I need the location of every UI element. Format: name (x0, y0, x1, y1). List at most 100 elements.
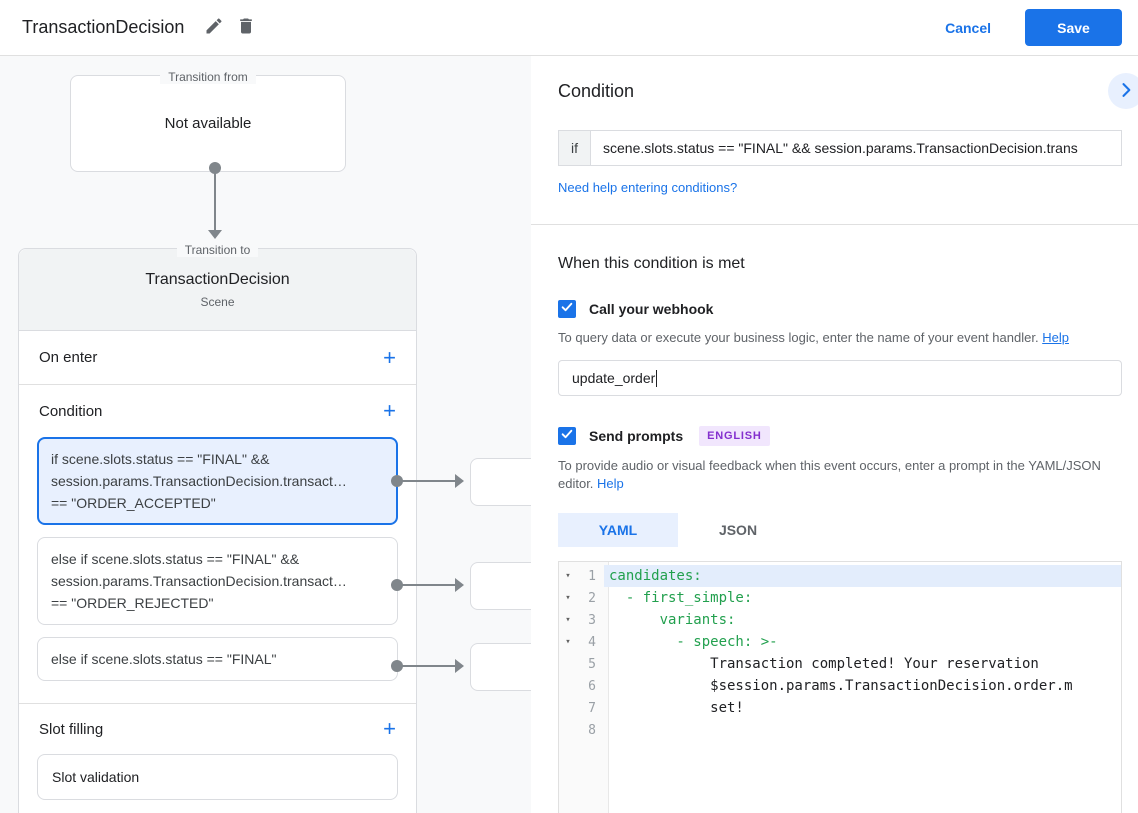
text-cursor (656, 369, 658, 387)
condition-section-label: Condition (39, 402, 103, 420)
section-divider (531, 224, 1138, 225)
webhook-help-link[interactable]: Help (1042, 330, 1069, 345)
scene-card-header: TransactionDecision Scene (19, 249, 416, 331)
trash-icon (236, 16, 256, 39)
cancel-button[interactable]: Cancel (945, 20, 991, 36)
condition-card-final[interactable]: else if scene.slots.status == "FINAL" (37, 637, 398, 681)
arrow-right-icon (455, 659, 464, 673)
connector-line (397, 665, 455, 667)
line-number: 7 (588, 700, 596, 716)
webhook-handler-input[interactable]: update_order (558, 360, 1122, 396)
condition-line: == "ORDER_REJECTED" (51, 595, 214, 611)
collapse-panel-button[interactable] (1108, 73, 1138, 109)
save-button[interactable]: Save (1025, 9, 1122, 46)
condition-line: session.params.TransactionDecision.trans… (51, 473, 347, 489)
add-slot-button[interactable]: + (383, 718, 396, 740)
arrow-down-icon (208, 230, 222, 239)
slot-validation-card[interactable]: Slot validation (37, 754, 398, 800)
prompts-description-text: To provide audio or visual feedback when… (558, 458, 1101, 491)
conditions-help-link[interactable]: Need help entering conditions? (558, 180, 737, 195)
if-prefix-label: if (558, 130, 591, 166)
chevron-right-icon (1116, 80, 1136, 103)
code-line: 5 Transaction completed! Your reservatio… (559, 653, 1121, 675)
edit-title-button[interactable] (198, 12, 230, 44)
prompts-description: To provide audio or visual feedback when… (558, 457, 1122, 493)
fold-toggle-icon[interactable]: ▾ (559, 593, 577, 603)
condition-section: Condition + if scene.slots.status == "FI… (19, 385, 416, 704)
line-number: 8 (588, 722, 596, 738)
code-line: 7 set! (559, 697, 1121, 719)
code-line: ▾ 4 - speech: >- (559, 631, 1121, 653)
checkmark-icon (560, 300, 574, 319)
code-line: ▾ 2 - first_simple: (559, 587, 1121, 609)
line-number: 5 (588, 656, 596, 672)
pencil-icon (204, 16, 224, 39)
tab-json[interactable]: JSON (678, 513, 798, 547)
prompts-help-link[interactable]: Help (597, 476, 624, 491)
condition-expression-group: if (558, 130, 1122, 166)
transition-to-box: Transition to TransactionDecision Scene … (18, 243, 417, 813)
condition-connector-1 (391, 474, 467, 488)
language-badge: ENGLISH (699, 426, 770, 446)
connector-line (397, 584, 455, 586)
on-enter-row: On enter + (19, 331, 416, 385)
flow-arrow-down (208, 162, 222, 240)
condition-line: == "ORDER_ACCEPTED" (51, 495, 216, 511)
transition-to-legend: Transition to (19, 241, 416, 259)
page-title: TransactionDecision (22, 17, 185, 37)
code-line: ▾ 1 candidates: (559, 565, 1121, 587)
yaml-code-editor[interactable]: ▾ 1 candidates: ▾ 2 - first_simple: ▾ 3 … (558, 561, 1122, 813)
webhook-description: To query data or execute your business l… (558, 329, 1122, 347)
transition-from-legend: Transition from (71, 68, 345, 86)
checkmark-icon (560, 427, 574, 446)
code-line: 6 $session.params.TransactionDecision.or… (559, 675, 1121, 697)
code-text: - speech: >- (609, 634, 778, 650)
condition-line: if scene.slots.status == "FINAL" && (51, 451, 270, 467)
scene-flow-panel: Transition from Not available Transition… (0, 56, 550, 813)
scene-name: TransactionDecision (145, 270, 290, 288)
webhook-handler-value: update_order (572, 370, 656, 386)
connector-line (397, 480, 455, 482)
top-bar: TransactionDecision Cancel Save (0, 0, 1138, 56)
arrow-right-icon (455, 578, 464, 592)
line-number: 4 (588, 634, 596, 650)
line-number: 1 (588, 568, 596, 584)
line-number: 3 (588, 612, 596, 628)
webhook-checkbox-label: Call your webhook (589, 301, 714, 317)
condition-expression-input[interactable] (591, 130, 1122, 166)
code-line: 8 (559, 719, 1121, 741)
slot-filling-section: Slot filling + Slot validation (19, 704, 416, 810)
when-met-heading: When this condition is met (558, 255, 745, 272)
code-text: set! (609, 700, 744, 716)
condition-connector-3 (391, 659, 467, 673)
add-condition-button[interactable]: + (383, 400, 396, 422)
condition-line: session.params.TransactionDecision.trans… (51, 573, 347, 589)
webhook-description-text: To query data or execute your business l… (558, 330, 1039, 345)
slot-filling-label: Slot filling (39, 720, 104, 738)
condition-card-accepted[interactable]: if scene.slots.status == "FINAL" && sess… (37, 437, 398, 525)
on-enter-label: On enter (39, 349, 98, 366)
transition-from-box: Transition from Not available (70, 70, 346, 172)
send-prompts-checkbox[interactable] (558, 427, 576, 445)
line-number: 2 (588, 590, 596, 606)
add-on-enter-button[interactable]: + (383, 346, 396, 369)
code-text: Transaction completed! Your reservation (609, 656, 1039, 672)
condition-card-rejected[interactable]: else if scene.slots.status == "FINAL" &&… (37, 537, 398, 625)
code-line: ▾ 3 variants: (559, 609, 1121, 631)
code-text: $session.params.TransactionDecision.orde… (609, 678, 1073, 694)
fold-toggle-icon[interactable]: ▾ (559, 615, 577, 625)
code-text: candidates: (604, 565, 1121, 587)
arrow-right-icon (455, 474, 464, 488)
editor-format-tabs: YAML JSON (558, 513, 1122, 547)
tab-yaml[interactable]: YAML (558, 513, 678, 547)
connector-line (214, 170, 216, 230)
fold-toggle-icon[interactable]: ▾ (559, 637, 577, 647)
panel-condition-heading: Condition (558, 81, 635, 101)
fold-toggle-icon[interactable]: ▾ (559, 571, 577, 581)
delete-scene-button[interactable] (230, 12, 262, 44)
code-text: variants: (609, 612, 736, 628)
webhook-checkbox[interactable] (558, 300, 576, 318)
transition-from-content: Not available (164, 115, 252, 132)
scene-type-label: Scene (200, 294, 235, 309)
condition-line: else if scene.slots.status == "FINAL" (51, 651, 277, 667)
